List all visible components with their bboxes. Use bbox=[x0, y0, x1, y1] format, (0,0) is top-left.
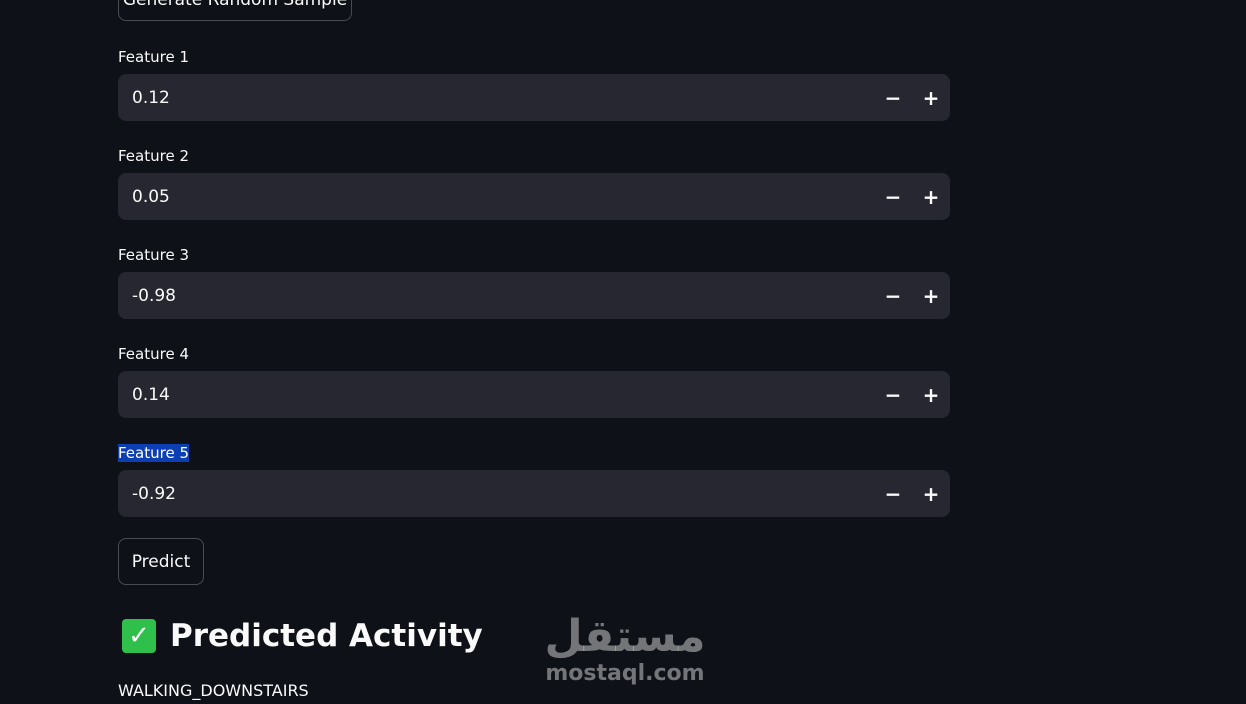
generate-random-sample-button[interactable]: Generate Random Sample bbox=[118, 0, 352, 21]
feature-2-input[interactable]: 0.05 − + bbox=[118, 173, 950, 220]
result-heading-text: Predicted Activity bbox=[170, 618, 483, 654]
feature-3-decrement-button[interactable]: − bbox=[874, 272, 912, 319]
predict-button-label: Predict bbox=[131, 551, 191, 572]
feature-5-decrement-button[interactable]: − bbox=[874, 470, 912, 517]
mostaql-watermark: مستقل mostaql.com bbox=[540, 612, 710, 686]
feature-1-value[interactable]: 0.12 bbox=[118, 88, 874, 108]
feature-2-label: Feature 2 bbox=[118, 147, 189, 165]
feature-1-label: Feature 1 bbox=[118, 48, 189, 66]
feature-5-field: Feature 5 -0.92 − + bbox=[118, 443, 950, 517]
feature-3-label: Feature 3 bbox=[118, 246, 189, 264]
watermark-latin-text: mostaql.com bbox=[545, 661, 705, 686]
feature-4-decrement-button[interactable]: − bbox=[874, 371, 912, 418]
feature-5-increment-button[interactable]: + bbox=[912, 470, 950, 517]
feature-5-label: Feature 5 bbox=[118, 444, 189, 462]
feature-4-label: Feature 4 bbox=[118, 345, 189, 363]
feature-3-input[interactable]: -0.98 − + bbox=[118, 272, 950, 319]
feature-4-value[interactable]: 0.14 bbox=[118, 385, 874, 405]
feature-3-value[interactable]: -0.98 bbox=[118, 286, 874, 306]
feature-4-increment-button[interactable]: + bbox=[912, 371, 950, 418]
result-heading: ✓ Predicted Activity bbox=[122, 618, 483, 654]
feature-3-field: Feature 3 -0.98 − + bbox=[118, 245, 950, 319]
feature-5-value[interactable]: -0.92 bbox=[118, 484, 874, 504]
predict-button[interactable]: Predict bbox=[118, 538, 204, 585]
feature-1-increment-button[interactable]: + bbox=[912, 74, 950, 121]
feature-4-input[interactable]: 0.14 − + bbox=[118, 371, 950, 418]
feature-2-increment-button[interactable]: + bbox=[912, 173, 950, 220]
feature-2-field: Feature 2 0.05 − + bbox=[118, 146, 950, 220]
feature-1-field: Feature 1 0.12 − + bbox=[118, 47, 950, 121]
feature-2-decrement-button[interactable]: − bbox=[874, 173, 912, 220]
feature-4-field: Feature 4 0.14 − + bbox=[118, 344, 950, 418]
feature-1-input[interactable]: 0.12 − + bbox=[118, 74, 950, 121]
check-mark-icon: ✓ bbox=[122, 619, 156, 653]
app-page: Generate Random Sample Feature 1 0.12 − … bbox=[0, 0, 1246, 704]
feature-5-input[interactable]: -0.92 − + bbox=[118, 470, 950, 517]
predicted-activity-value: WALKING_DOWNSTAIRS bbox=[118, 681, 309, 700]
feature-3-increment-button[interactable]: + bbox=[912, 272, 950, 319]
generate-random-sample-label: Generate Random Sample bbox=[123, 0, 347, 10]
watermark-arabic-text: مستقل bbox=[544, 611, 706, 662]
feature-2-value[interactable]: 0.05 bbox=[118, 187, 874, 207]
feature-1-decrement-button[interactable]: − bbox=[874, 74, 912, 121]
